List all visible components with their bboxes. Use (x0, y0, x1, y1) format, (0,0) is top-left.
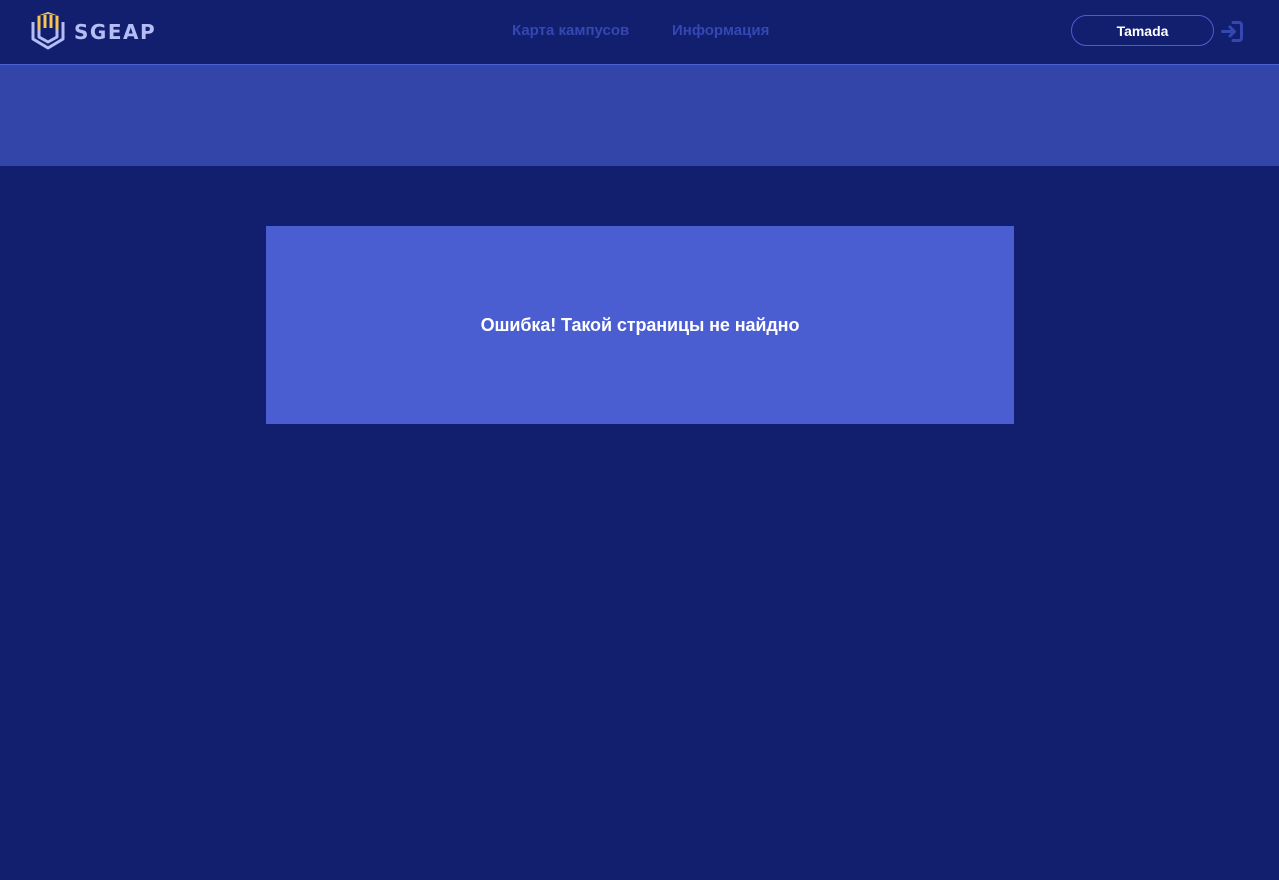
logout-arrow-icon (1221, 21, 1243, 42)
brand-name: SGEAP (74, 19, 157, 44)
nav-information[interactable]: Информация (672, 22, 769, 39)
page-banner (0, 65, 1279, 166)
top-header: SGEAP Карта кампусов Информация Tamada (0, 0, 1279, 65)
logout-button[interactable] (1221, 21, 1243, 42)
brand-logo[interactable]: SGEAP (31, 12, 156, 50)
error-card: Ошибка! Такой страницы не найдно (266, 226, 1014, 424)
shield-columns-logo-icon (31, 12, 65, 50)
error-message: Ошибка! Такой страницы не найдно (480, 314, 800, 335)
user-profile-button[interactable]: Tamada (1071, 15, 1214, 46)
nav-campus-map[interactable]: Карта кампусов (512, 22, 629, 39)
